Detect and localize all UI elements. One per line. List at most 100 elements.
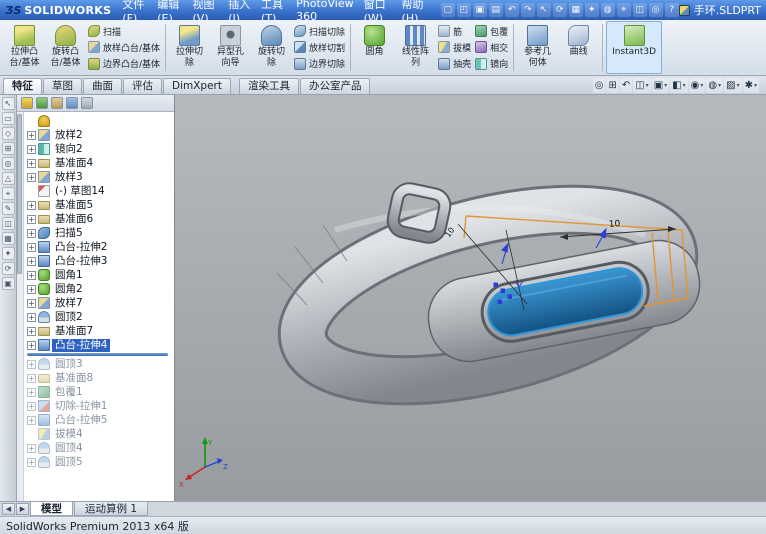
curves-button[interactable]: 曲线	[558, 21, 599, 74]
hide-show-items-button[interactable]: ◉ ▾	[688, 78, 706, 93]
tree-item[interactable]: + 包覆1	[24, 385, 174, 399]
tree-item[interactable]: 拔模4	[24, 427, 174, 441]
left-toolbar-icon[interactable]: ◇	[1, 127, 15, 140]
propertymanager-icon[interactable]	[36, 97, 48, 109]
tree-item-label[interactable]: 凸台-拉伸5	[52, 414, 110, 427]
instant3d-button[interactable]: Instant3D	[606, 21, 663, 74]
tree-item-label[interactable]: 圆角2	[52, 283, 86, 296]
tree-item[interactable]: + 圆顶2	[24, 310, 174, 324]
left-toolbar-icon[interactable]: ▣	[1, 277, 15, 290]
expand-icon[interactable]: +	[27, 172, 36, 182]
tree-item-label[interactable]: 镜向2	[52, 143, 86, 156]
mirror-button[interactable]: 镜向	[475, 56, 508, 71]
tree-item[interactable]	[24, 114, 174, 128]
previous-view-button[interactable]: ↶	[619, 78, 633, 93]
tree-item-label[interactable]: 包覆1	[52, 386, 86, 399]
boundary-boss-button[interactable]: 边界凸台/基体	[88, 56, 160, 71]
extruded-boss-button[interactable]: 拉伸凸 台/基体	[4, 21, 45, 74]
scroll-right-button[interactable]: ▶	[16, 503, 29, 515]
tree-item-label[interactable]: 放样2	[52, 129, 86, 142]
new-icon[interactable]: ▢	[440, 3, 455, 17]
tab-evaluate[interactable]: 评估	[123, 78, 162, 94]
expand-icon[interactable]: +	[27, 158, 36, 168]
expand-icon[interactable]: +	[27, 443, 36, 453]
scroll-left-button[interactable]: ◀	[2, 503, 15, 515]
left-toolbar-icon[interactable]: ◎	[1, 157, 15, 170]
extruded-cut-button[interactable]: 拉伸切 除	[169, 21, 210, 74]
tree-item-label[interactable]: 放样7	[52, 297, 86, 310]
tree-item-label[interactable]: 拔模4	[52, 428, 86, 441]
print-icon[interactable]: ▤	[488, 3, 503, 17]
left-toolbar-icon[interactable]: ⟳	[1, 262, 15, 275]
tab-model[interactable]: 模型	[30, 502, 73, 516]
expand-icon[interactable]: +	[27, 326, 36, 336]
linear-pattern-button[interactable]: 线性阵 列	[395, 21, 436, 74]
tab-surfaces[interactable]: 曲面	[83, 78, 122, 94]
expand-icon[interactable]: +	[27, 340, 36, 350]
undo-icon[interactable]: ↶	[504, 3, 519, 17]
scrollbar-thumb[interactable]	[17, 114, 22, 274]
featuremanager-tree-icon[interactable]	[21, 97, 33, 109]
expand-icon[interactable]: +	[27, 214, 36, 224]
expand-icon[interactable]: +	[27, 298, 36, 308]
apply-scene-button[interactable]: ▨ ▾	[724, 78, 742, 93]
expand-icon[interactable]: +	[27, 270, 36, 280]
lofted-boss-button[interactable]: 放样凸台/基体	[88, 40, 160, 55]
rib-button[interactable]: 筋	[438, 24, 471, 39]
section-icon[interactable]: ◫	[632, 3, 647, 17]
expand-icon[interactable]: +	[27, 256, 36, 266]
tree-item-label[interactable]: 圆顶3	[52, 358, 86, 371]
tree-item[interactable]: + 放样7	[24, 296, 174, 310]
left-toolbar-icon[interactable]: ▦	[1, 232, 15, 245]
intersect-button[interactable]: 相交	[475, 40, 508, 55]
swept-boss-button[interactable]: 扫描	[88, 24, 160, 39]
expand-icon[interactable]: +	[27, 359, 36, 369]
expand-icon[interactable]: +	[27, 312, 36, 322]
tab-render-tools[interactable]: 渲染工具	[238, 78, 299, 94]
tree-item-label[interactable]: 凸台-拉伸2	[52, 241, 110, 254]
tree-item[interactable]: + 凸台-拉伸5	[24, 413, 174, 427]
tree-item[interactable]: + 放样3	[24, 170, 174, 184]
view-orientation-button[interactable]: ▣ ▾	[651, 78, 670, 93]
left-toolbar-icon[interactable]: △	[1, 172, 15, 185]
tree-item[interactable]: + 基准面4	[24, 156, 174, 170]
reference-geometry-button[interactable]: 参考几 何体	[517, 21, 558, 74]
left-toolbar-icon[interactable]: ✎	[1, 202, 15, 215]
tree-scrollbar[interactable]	[17, 112, 24, 501]
left-toolbar-icon[interactable]: ⌖	[1, 187, 15, 200]
expand-icon[interactable]: +	[27, 144, 36, 154]
tree-item-label[interactable]: 基准面4	[52, 157, 96, 170]
left-toolbar-icon[interactable]: ⊞	[1, 142, 15, 155]
expand-icon[interactable]: +	[27, 130, 36, 140]
expand-icon[interactable]: +	[27, 401, 36, 411]
redo-icon[interactable]: ↷	[520, 3, 535, 17]
edit-appearance-button[interactable]: ◍ ▾	[706, 78, 724, 93]
zoom-icon[interactable]: ◎	[648, 3, 663, 17]
expand-icon[interactable]: +	[27, 242, 36, 252]
tree-item[interactable]: + 基准面7	[24, 324, 174, 338]
tree-item-label[interactable]: 扫描5	[52, 227, 86, 240]
tree-item-label[interactable]: 放样3	[52, 171, 86, 184]
draft-button[interactable]: 拔模	[438, 40, 471, 55]
tree-item-label[interactable]: 基准面5	[52, 199, 96, 212]
tree-item-label[interactable]: 凸台-拉伸4	[52, 338, 111, 352]
dimxpertmanager-icon[interactable]	[66, 97, 78, 109]
tab-office-products[interactable]: 办公室产品	[299, 78, 371, 94]
boundary-cut-button[interactable]: 边界切除	[294, 56, 345, 71]
display-style-button[interactable]: ◧ ▾	[670, 78, 688, 93]
tree-item[interactable]: + 镜向2	[24, 142, 174, 156]
expand-icon[interactable]: +	[27, 373, 36, 383]
tree-item-label[interactable]: 凸台-拉伸3	[52, 255, 110, 268]
tree-item[interactable]: + 凸台-拉伸2	[24, 240, 174, 254]
tree-item[interactable]: + 圆角2	[24, 282, 174, 296]
revolved-boss-button[interactable]: 旋转凸 台/基体	[45, 21, 86, 74]
zoom-fit-button[interactable]: ◎	[592, 78, 606, 93]
left-toolbar-icon[interactable]: ▭	[1, 112, 15, 125]
tab-motion-study[interactable]: 运动算例 1	[74, 502, 149, 516]
expand-icon[interactable]: +	[27, 284, 36, 294]
tree-item[interactable]: + 扫描5	[24, 226, 174, 240]
rollback-bar[interactable]	[27, 353, 168, 356]
section-view-button[interactable]: ◫ ▾	[633, 78, 651, 93]
tree-item[interactable]: + 圆顶4	[24, 441, 174, 455]
fillet-button[interactable]: 圆角	[354, 21, 395, 74]
